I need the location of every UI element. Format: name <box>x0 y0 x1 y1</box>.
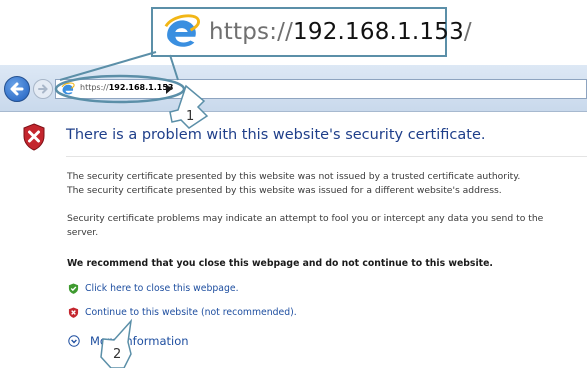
browser-toolbar: https://192.168.1.153 <box>0 65 587 112</box>
warning-line-1: Security certificate problems may indica… <box>67 213 544 224</box>
close-link-label[interactable]: Click here to close this webpage. <box>85 283 239 294</box>
certificate-reasons: The security certificate presented by th… <box>67 170 520 198</box>
continue-link-label[interactable]: Continue to this website (not recommende… <box>85 307 297 318</box>
close-webpage-link[interactable]: Click here to close this webpage. <box>68 283 239 294</box>
certificate-error-page: There is a problem with this website's s… <box>0 112 587 368</box>
screenshot-root: https://192.168.1.153/ https://192.168.1… <box>0 0 587 368</box>
expand-chevron-icon <box>68 335 80 347</box>
red-shield-x-icon <box>68 307 79 318</box>
more-information-label[interactable]: More information <box>90 334 189 348</box>
page-title: There is a problem with this website's s… <box>66 127 486 143</box>
back-button[interactable] <box>4 76 30 102</box>
warning-line-2: server. <box>67 227 99 238</box>
title-divider <box>66 156 587 157</box>
more-information-toggle[interactable]: More information <box>68 334 189 348</box>
warning-paragraph: Security certificate problems may indica… <box>67 212 543 240</box>
zoomed-url-callout: https://192.168.1.153/ <box>151 7 472 57</box>
recommendation-text: We recommend that you close this webpage… <box>67 258 493 269</box>
address-bar[interactable]: https://192.168.1.153 <box>55 79 587 99</box>
page-ie-icon <box>61 82 75 95</box>
continue-to-website-link[interactable]: Continue to this website (not recommende… <box>68 307 297 318</box>
address-url-text: https://192.168.1.153 <box>80 83 174 92</box>
reason-address-mismatch: The security certificate presented by th… <box>67 185 502 196</box>
forward-arrow-icon <box>38 84 48 94</box>
forward-button[interactable] <box>33 79 53 99</box>
green-shield-check-icon <box>68 283 79 294</box>
mouse-cursor-icon <box>166 84 172 94</box>
zoomed-url-text: https://192.168.1.153/ <box>209 19 472 45</box>
shield-error-icon <box>23 123 45 151</box>
internet-explorer-icon <box>164 14 200 47</box>
reason-untrusted-authority: The security certificate presented by th… <box>67 171 521 182</box>
back-arrow-icon <box>10 82 24 96</box>
